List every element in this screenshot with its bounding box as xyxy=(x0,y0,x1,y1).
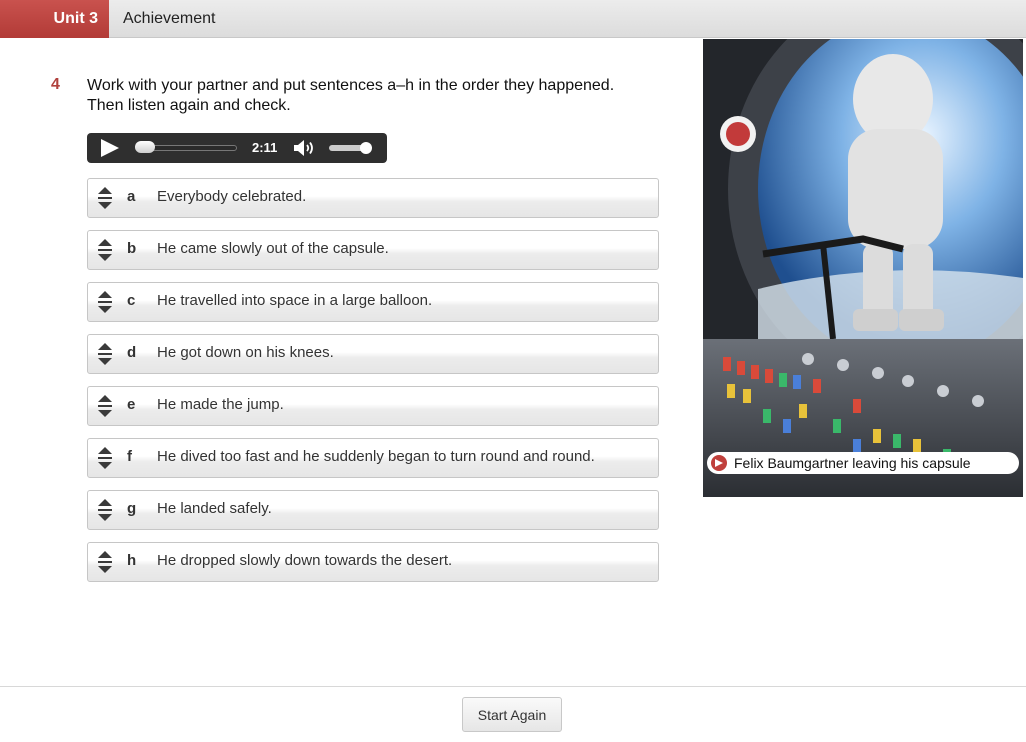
sentence-text: He made the jump. xyxy=(157,396,284,413)
instruction-line-2: Then listen again and check. xyxy=(87,97,291,114)
sentence-text: He dived too fast and he suddenly began … xyxy=(157,448,595,465)
sentence-letter: c xyxy=(127,292,136,309)
sentence-text: He got down on his knees. xyxy=(157,344,334,361)
photo-illustration xyxy=(703,39,1023,497)
audio-duration: 2:11 xyxy=(252,140,278,155)
sentence-letter: f xyxy=(127,448,132,465)
reorder-handle-icon[interactable] xyxy=(96,445,114,471)
sentence-list: a Everybody celebrated. b He came slowly… xyxy=(87,178,659,594)
sentence-text: He came slowly out of the capsule. xyxy=(157,240,389,257)
reorder-handle-icon[interactable] xyxy=(96,341,114,367)
play-icon[interactable] xyxy=(101,139,119,157)
sentence-letter: a xyxy=(127,188,136,205)
unit-tab[interactable]: Unit 3 xyxy=(0,0,109,38)
sentence-letter: h xyxy=(127,552,137,569)
capsule-photo xyxy=(703,39,1023,497)
reorder-handle-icon[interactable] xyxy=(96,289,114,315)
start-again-button[interactable]: Start Again xyxy=(462,697,562,732)
volume-icon[interactable] xyxy=(293,139,319,157)
caption-text: Felix Baumgartner leaving his capsule xyxy=(734,455,971,471)
sentence-row-g[interactable]: g He landed safely. xyxy=(87,490,659,530)
sentence-text: Everybody celebrated. xyxy=(157,188,307,205)
sentence-letter: g xyxy=(127,500,137,517)
sentence-row-b[interactable]: b He came slowly out of the capsule. xyxy=(87,230,659,270)
page-title: Achievement xyxy=(123,10,216,27)
reorder-handle-icon[interactable] xyxy=(96,237,114,263)
instruction-line-1: Work with your partner and put sentences… xyxy=(87,77,615,94)
photo-caption: Felix Baumgartner leaving his capsule xyxy=(707,452,1019,474)
arrow-right-icon xyxy=(711,455,727,471)
question-number: 4 xyxy=(51,76,60,93)
sentence-text: He landed safely. xyxy=(157,500,272,517)
footer-divider xyxy=(0,686,1026,687)
sentence-text: He travelled into space in a large ballo… xyxy=(157,292,433,309)
sentence-letter: d xyxy=(127,344,137,361)
question-instructions: Work with your partner and put sentences… xyxy=(87,76,677,116)
sentence-letter: e xyxy=(127,396,136,413)
top-bar: Unit 3 Achievement xyxy=(0,0,1026,38)
seek-handle[interactable] xyxy=(135,141,155,153)
reorder-handle-icon[interactable] xyxy=(96,185,114,211)
sentence-row-h[interactable]: h He dropped slowly down towards the des… xyxy=(87,542,659,582)
sentence-row-e[interactable]: e He made the jump. xyxy=(87,386,659,426)
reorder-handle-icon[interactable] xyxy=(96,549,114,575)
reorder-handle-icon[interactable] xyxy=(96,497,114,523)
sentence-letter: b xyxy=(127,240,137,257)
sentence-row-d[interactable]: d He got down on his knees. xyxy=(87,334,659,374)
audio-player: 2:11 xyxy=(87,133,387,163)
sentence-row-c[interactable]: c He travelled into space in a large bal… xyxy=(87,282,659,322)
reorder-handle-icon[interactable] xyxy=(96,393,114,419)
sentence-row-f[interactable]: f He dived too fast and he suddenly bega… xyxy=(87,438,659,478)
sentence-text: He dropped slowly down towards the deser… xyxy=(157,552,453,569)
volume-handle[interactable] xyxy=(360,142,372,154)
sentence-row-a[interactable]: a Everybody celebrated. xyxy=(87,178,659,218)
